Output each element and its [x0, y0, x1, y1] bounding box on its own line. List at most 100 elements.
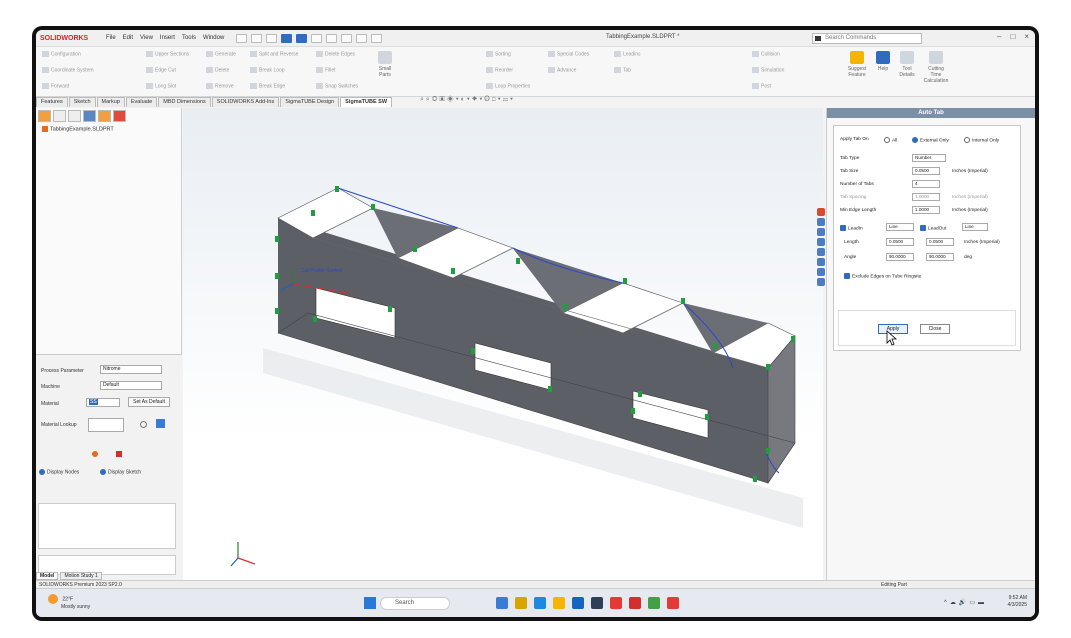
weather-widget[interactable]: 22°F Mostly sunny [48, 594, 90, 610]
ribbon-delete-edges[interactable]: Delete Edges [316, 51, 355, 57]
heads-up-view-toolbar[interactable]: ⌕⌕◎▣◈▾◐▾✦▾◍◻▾▭▾ [420, 96, 515, 104]
print-icon[interactable] [296, 33, 308, 43]
tab-type-select[interactable]: Number [912, 154, 946, 162]
leadin-select[interactable]: Line [886, 223, 914, 231]
file-explorer-icon[interactable] [817, 238, 825, 246]
taskbar-app-icon[interactable] [496, 597, 508, 609]
minimize-button[interactable]: – [997, 32, 1001, 41]
resources-pane-icon[interactable] [817, 218, 825, 226]
set-as-default-button[interactable]: Set As Default [128, 397, 170, 407]
tab-mbd-dimensions[interactable]: MBD Dimensions [158, 97, 211, 107]
process-parameter-select[interactable]: Nitrome [100, 365, 162, 374]
ribbon-upper-sections[interactable]: Upper Sections [146, 51, 189, 57]
angle-out-input[interactable]: 90.0000 [926, 253, 954, 261]
ribbon-help[interactable]: Help [872, 51, 894, 72]
ribbon-split-reverse[interactable]: Split and Reverse [250, 51, 298, 57]
select-icon[interactable] [341, 33, 353, 43]
taskbar-app-icon[interactable] [591, 597, 603, 609]
tab-sigmatube-design[interactable]: SigmaTUBE Design [280, 97, 340, 107]
forum-icon[interactable] [817, 278, 825, 286]
search-commands[interactable]: Search Commands [812, 33, 922, 44]
ribbon-collision[interactable]: Collision [752, 51, 780, 57]
appearance-tab-icon[interactable] [98, 110, 111, 122]
redo-icon[interactable] [326, 33, 338, 43]
min-edge-input[interactable]: 1.0000 [912, 206, 940, 214]
ribbon-small-parts[interactable]: Small Parts [374, 51, 396, 78]
tab-evaluate[interactable]: Evaluate [125, 97, 158, 107]
ribbon-generate[interactable]: Generate [206, 51, 236, 57]
ribbon-break-loop[interactable]: Break Loop [250, 67, 285, 73]
ribbon-simulation[interactable]: Simulation [752, 67, 784, 73]
taskbar-app-icon[interactable] [572, 597, 584, 609]
rebuild-icon[interactable] [356, 33, 368, 43]
graphics-viewport[interactable]: Cut Profile: Sorted [183, 108, 825, 580]
close-button[interactable]: × [1024, 32, 1029, 41]
taskbar-app-icon[interactable] [648, 597, 660, 609]
feature-tree-tab-icon[interactable] [38, 110, 51, 122]
tube-model[interactable] [183, 108, 823, 580]
appearances-icon[interactable] [817, 258, 825, 266]
tab-model[interactable]: Model [36, 572, 59, 580]
ribbon-delete[interactable]: Delete [206, 67, 229, 73]
ribbon-fillet[interactable]: Fillet [316, 67, 336, 73]
view-palette-icon[interactable] [817, 248, 825, 256]
new-icon[interactable] [251, 33, 263, 43]
design-library-icon[interactable] [817, 228, 825, 236]
maximize-button[interactable]: □ [1010, 32, 1015, 41]
taskbar-search[interactable]: Search [380, 597, 450, 610]
ribbon-tab[interactable]: Tab [614, 67, 631, 73]
length-out-input[interactable]: 0.0500 [926, 238, 954, 246]
ribbon-snap-switches[interactable]: Snap Switches [316, 83, 358, 89]
tab-sketch[interactable]: Sketch [68, 97, 96, 107]
tab-sigmatube-sw[interactable]: SigmaTUBE SW [340, 97, 393, 107]
ribbon-long-slot[interactable]: Long Slot [146, 83, 176, 89]
open-icon[interactable] [266, 33, 278, 43]
options-icon[interactable] [371, 33, 383, 43]
display-nodes-checkbox[interactable]: Display Nodes [39, 469, 79, 475]
dimxpert-tab-icon[interactable] [83, 110, 96, 122]
process-icon[interactable] [92, 451, 98, 457]
ribbon-configuration[interactable]: Configuration [42, 51, 81, 57]
system-tray-icons[interactable]: ^☁🔊▭▬ [944, 599, 987, 606]
leadin-checkbox[interactable]: LeadIn [840, 225, 863, 231]
save-icon[interactable] [281, 33, 293, 43]
ribbon-sorting[interactable]: Sorting [486, 51, 511, 57]
ribbon-post[interactable]: Post [752, 83, 771, 89]
taskbar-app-icon[interactable] [629, 597, 641, 609]
stop-icon[interactable] [116, 451, 122, 457]
option-external-only[interactable]: External Only [912, 137, 949, 143]
undo-icon[interactable] [311, 33, 323, 43]
ribbon-loop-properties[interactable]: Loop Properties [486, 83, 530, 89]
display-sketch-checkbox[interactable]: Display Sketch [100, 469, 141, 475]
ribbon-leadins[interactable]: Leadins [614, 51, 641, 57]
num-tabs-input[interactable]: 4 [912, 180, 940, 188]
close-dialog-button[interactable]: Close [920, 324, 950, 334]
menu-insert[interactable]: Insert [160, 35, 175, 41]
option-internal-only[interactable]: Internal Only [964, 137, 999, 143]
ribbon-coordinate-system[interactable]: Coordinate System [42, 67, 94, 73]
exclude-edges-checkbox[interactable]: Exclude Edges on Tube Ringsite [844, 273, 921, 279]
material-lookup-field[interactable] [88, 418, 124, 432]
start-button-icon[interactable] [364, 597, 376, 609]
leadout-checkbox[interactable]: LeadOut [920, 225, 946, 231]
property-tab-icon[interactable] [53, 110, 66, 122]
tab-features[interactable]: Features [36, 97, 68, 107]
ribbon-remove[interactable]: Remove [206, 83, 234, 89]
option-all[interactable]: All [884, 137, 897, 143]
taskbar-app-icon[interactable] [610, 597, 622, 609]
menu-tools[interactable]: Tools [182, 35, 196, 41]
ribbon-advance[interactable]: Advance [548, 67, 576, 73]
tab-motion-study[interactable]: Motion Study 1 [60, 572, 102, 580]
ribbon-reorder[interactable]: Reorder [486, 67, 513, 73]
menu-view[interactable]: View [140, 35, 153, 41]
solidworks-logo[interactable]: SOLIDWORKS [40, 35, 106, 42]
machine-select[interactable]: Default [100, 381, 162, 390]
home-icon[interactable] [236, 33, 248, 43]
tab-size-input[interactable]: 0.0500 [912, 167, 940, 175]
tab-spacing-input[interactable]: 1.0000 [912, 193, 940, 201]
material-select[interactable]: SS [86, 398, 120, 407]
ribbon-cutting-time[interactable]: Cutting Time Calculation [922, 51, 950, 84]
info-icon[interactable] [140, 421, 147, 428]
leadout-select[interactable]: Line [962, 223, 988, 231]
sigmatube-pane-icon[interactable] [817, 208, 825, 216]
